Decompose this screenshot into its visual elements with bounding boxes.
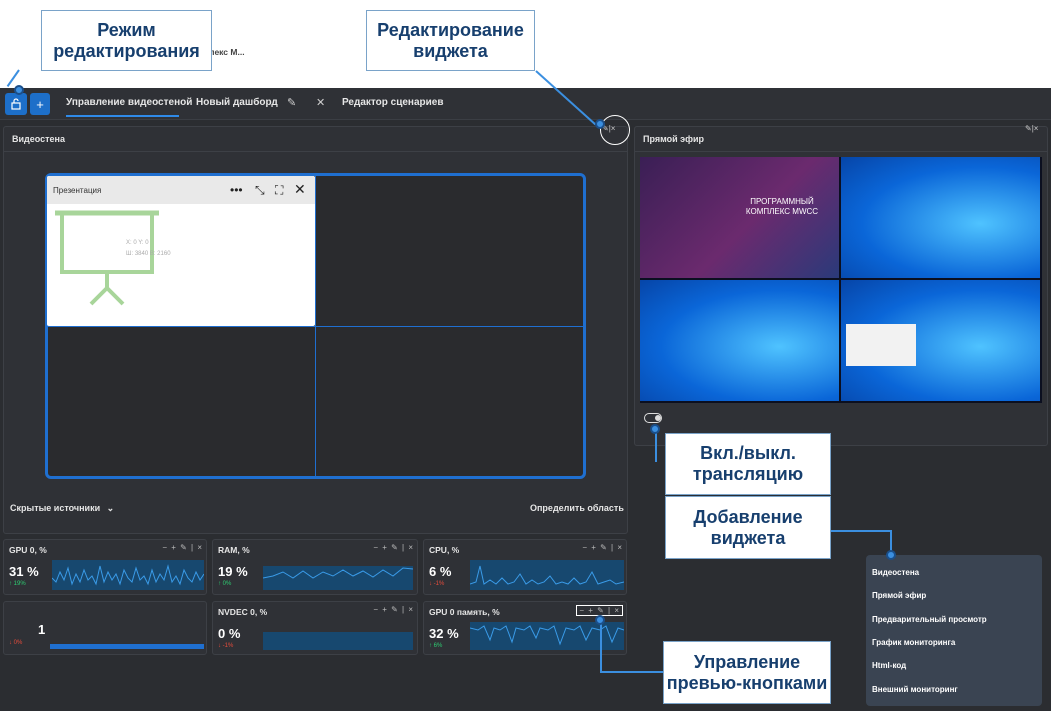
callout-widget-edit: Редактирование виджета xyxy=(366,10,535,71)
leader-line xyxy=(600,620,602,672)
metric-controls[interactable]: − + ✎ | × xyxy=(582,543,623,552)
callout-preview-buttons: Управление превью-кнопками xyxy=(663,641,831,704)
menu-item-live[interactable]: Прямой эфир xyxy=(872,591,926,600)
menu-item-html[interactable]: Html-код xyxy=(872,661,906,670)
callout-marker xyxy=(595,615,605,625)
metric-value: 0 % xyxy=(218,626,241,641)
menu-item-external-monitoring[interactable]: Внешний мониторинг xyxy=(872,685,958,694)
screen-desktop-1 xyxy=(841,157,1040,278)
screen-desktop-2 xyxy=(640,280,839,401)
menu-item-preview[interactable]: Предварительный просмотр xyxy=(872,615,987,624)
sparkline-chart xyxy=(262,566,414,590)
metric-title: CPU, % xyxy=(429,545,460,555)
toggle-knob xyxy=(655,415,661,421)
metric-widget-nvdec[interactable]: NVDEC 0, % − + ✎ | × 0 % ↓ -1% xyxy=(212,601,418,655)
live-panel-title: Прямой эфир xyxy=(643,134,705,144)
menu-item-video-wall[interactable]: Видеостена xyxy=(872,568,919,577)
plus-icon: + xyxy=(36,96,44,112)
widget-edit-controls[interactable]: ✎|× xyxy=(1025,124,1038,133)
metric-widget-gpu-memory[interactable]: GPU 0 память, % − + ✎ | × 32 % ↑ 6% xyxy=(423,601,627,655)
tab-new-dashboard[interactable]: Новый дашборд xyxy=(196,97,278,108)
metric-title: GPU 0 память, % xyxy=(429,607,500,617)
metric-widget-gpu[interactable]: GPU 0, % − + ✎ | × 31 % ↑ 19% xyxy=(3,539,207,595)
metric-value: 31 % xyxy=(9,564,39,579)
callout-add-widget: Добавление виджета xyxy=(665,496,831,559)
metric-value: 1 xyxy=(38,622,46,637)
app-window-thumbnail xyxy=(846,324,916,366)
callout-toggle-stream: Вкл./выкл. трансляцию xyxy=(665,433,831,495)
leader-line xyxy=(600,671,663,673)
metric-delta: ↓ -1% xyxy=(429,581,445,587)
sparkline xyxy=(469,565,625,585)
sparkline-chart xyxy=(51,560,205,590)
source-window-title: Презентация xyxy=(53,186,102,195)
sparkline xyxy=(262,567,414,579)
metric-controls[interactable]: − + ✎ | × xyxy=(373,605,414,614)
hidden-sources-label: Скрытые источники xyxy=(10,503,101,513)
source-coords: X: 0 Y: 0 xyxy=(126,240,149,246)
metric-delta: ↑ 19% xyxy=(9,581,26,587)
stream-toggle[interactable] xyxy=(644,413,662,423)
add-widget-button[interactable]: + xyxy=(30,93,50,115)
source-window-card[interactable]: Презентация ••• ⤡ ⛶ ✕ xyxy=(47,176,315,326)
wall-cell-divider-h xyxy=(48,326,583,327)
divider xyxy=(634,151,1048,152)
leader-line xyxy=(831,530,891,532)
tab-scenario-editor[interactable]: Редактор сценариев xyxy=(342,97,444,108)
metric-delta: ↓ -1% xyxy=(218,643,234,649)
screen-desktop-3 xyxy=(841,280,1040,401)
metric-value: 32 % xyxy=(429,626,459,641)
metric-widget-ram[interactable]: RAM, % − + ✎ | × 19 % ↑ 0% xyxy=(212,539,418,595)
video-wall-title: Видеостена xyxy=(12,134,65,144)
metric-value: 6 % xyxy=(429,564,452,579)
metric-title: RAM, % xyxy=(218,545,250,555)
metric-title: GPU 0, % xyxy=(9,545,47,555)
hidden-sources-toggle[interactable]: Скрытые источники ⌄ xyxy=(10,503,114,514)
add-widget-menu: Видеостена Прямой эфир Предварительный п… xyxy=(866,555,1042,706)
metric-delta: ↓ 0% xyxy=(9,640,23,646)
chevron-down-icon: ⌄ xyxy=(106,503,115,513)
collapse-icon[interactable]: ⤡ xyxy=(255,183,265,198)
source-size: Ш: 3840 В: 2160 xyxy=(126,251,171,257)
progress-bar xyxy=(50,644,204,649)
unlock-icon xyxy=(11,98,21,110)
active-tab-indicator xyxy=(66,115,179,117)
highlight-circle xyxy=(600,115,630,145)
metric-controls[interactable]: − + ✎ | × xyxy=(162,543,203,552)
screen-presentation: ПРОГРАММНЫЙ КОМПЛЕКС MWCC xyxy=(640,157,839,278)
sparkline xyxy=(51,564,205,586)
callout-marker xyxy=(886,550,896,560)
sparkline-chart xyxy=(263,632,413,650)
callout-marker xyxy=(650,424,660,434)
callout-marker xyxy=(595,119,605,129)
edit-tab-icon[interactable]: ✎ xyxy=(287,96,296,109)
more-icon[interactable]: ••• xyxy=(230,183,243,197)
metric-title: NVDEC 0, % xyxy=(218,607,268,617)
menu-item-monitoring-chart[interactable]: График мониторинга xyxy=(872,638,955,647)
live-preview-grid[interactable]: ПРОГРАММНЫЙ КОМПЛЕКС MWCC xyxy=(640,157,1042,403)
define-area-button[interactable]: Определить область xyxy=(530,503,624,513)
tab-video-wall[interactable]: Управление видеостеной xyxy=(66,97,192,108)
callout-edit-mode: Режим редактирования xyxy=(41,10,212,71)
close-tab-icon[interactable]: ✕ xyxy=(316,96,325,109)
fullscreen-icon[interactable]: ⛶ xyxy=(275,183,283,198)
divider xyxy=(3,151,628,152)
metric-widget-cpu[interactable]: CPU, % − + ✎ | × 6 % ↓ -1% xyxy=(423,539,627,595)
presentation-icon xyxy=(55,210,159,306)
slide-title: ПРОГРАММНЫЙ КОМПЛЕКС MWCC xyxy=(745,197,819,216)
metric-controls[interactable]: − + ✎ | × xyxy=(373,543,414,552)
callout-marker xyxy=(14,85,24,95)
leader-line xyxy=(890,530,892,552)
sparkline-chart xyxy=(469,560,625,590)
metric-value: 19 % xyxy=(218,564,248,579)
metric-widget-count[interactable]: 1 ↓ 0% xyxy=(3,601,207,655)
metric-delta: ↑ 0% xyxy=(218,581,232,587)
edit-mode-lock-button[interactable] xyxy=(5,93,27,115)
close-icon[interactable]: ✕ xyxy=(294,181,306,198)
metric-delta: ↑ 6% xyxy=(429,643,443,649)
